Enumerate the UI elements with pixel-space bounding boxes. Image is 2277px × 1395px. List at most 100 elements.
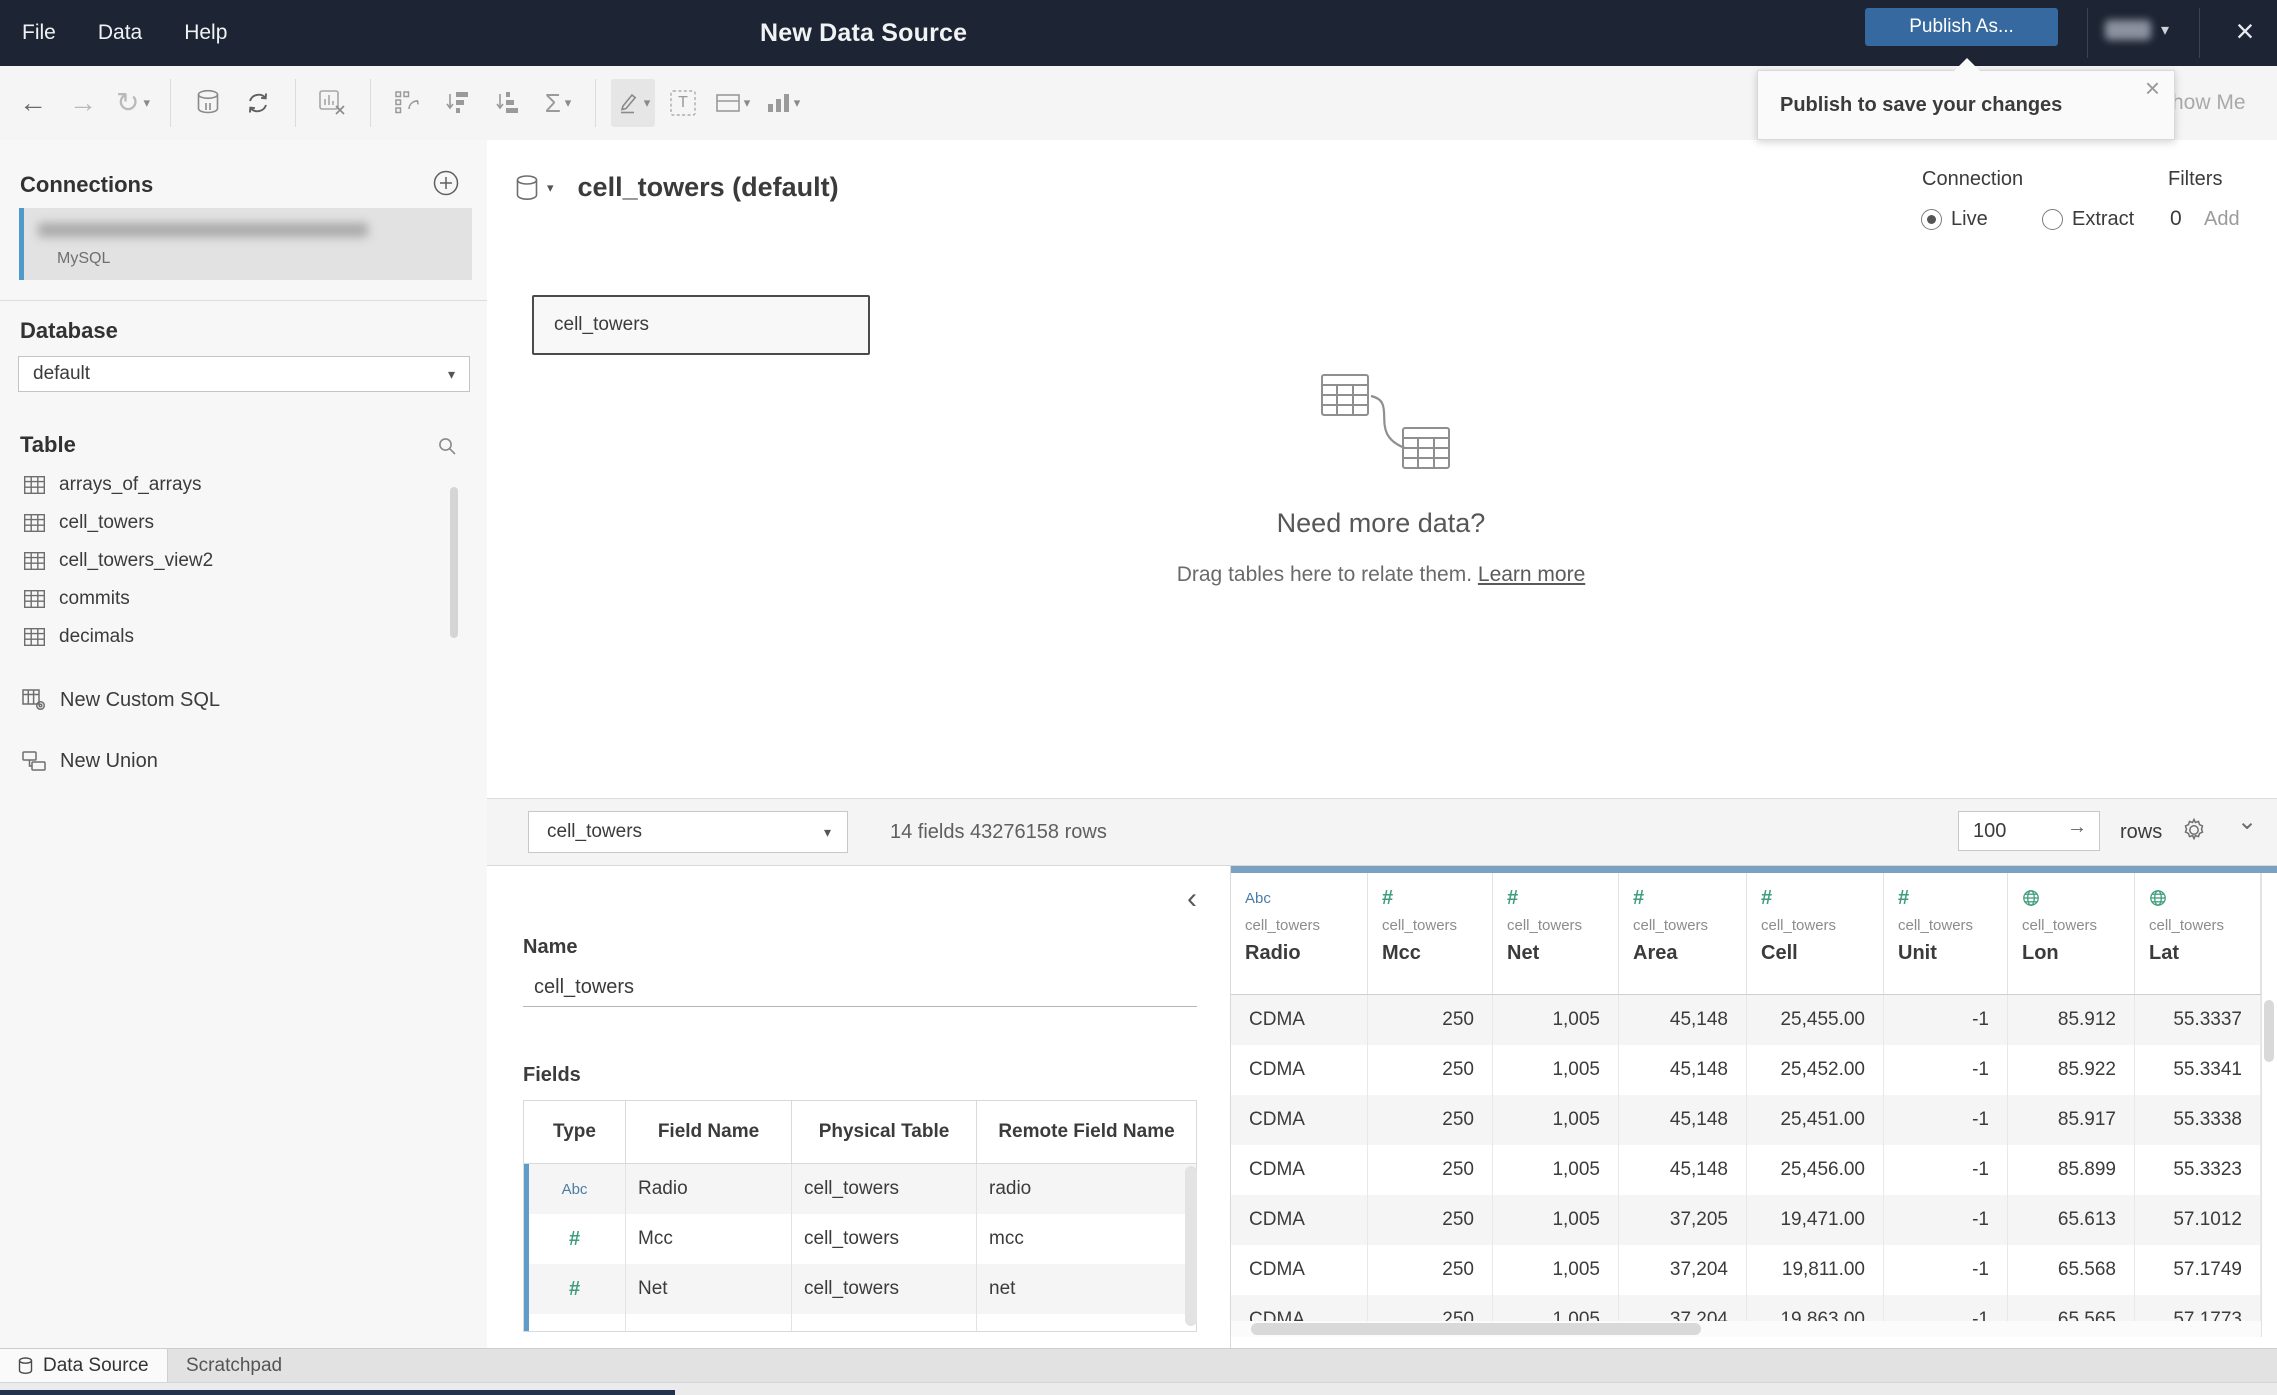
gear-icon[interactable] (2181, 817, 2207, 843)
tab-data-source[interactable]: Data Source (0, 1349, 168, 1383)
grid-body: CDMA 250 1,005 45,148 25,455.00 -1 85.912 55.33… (1231, 995, 2261, 1321)
sidebar-table-item-decimals[interactable]: decimals (0, 618, 487, 656)
menu-help[interactable]: Help (184, 21, 227, 45)
grid-scroll-gutter (2261, 873, 2277, 1337)
table-item-label: decimals (59, 626, 134, 647)
menu-file[interactable]: File (22, 21, 56, 45)
grid-cell: 55.3338 (2135, 1095, 2261, 1145)
grid-column-table-label: cell_towers (2149, 917, 2225, 934)
radio-selected-icon (1921, 209, 1942, 230)
forward-button[interactable]: → (61, 79, 105, 127)
grid-horizontal-scrolltrack (1231, 1321, 2261, 1337)
grid-column-header-radio[interactable]: Abc cell_towers Radio (1231, 873, 1368, 994)
preview-table-select[interactable]: cell_towers ▾ (528, 811, 848, 853)
grid-horizontal-scrollbar[interactable] (1251, 1323, 1701, 1335)
fields-table-row[interactable]: Abc Radio cell_towers radio (524, 1164, 1196, 1214)
sort-ascending-button[interactable] (436, 79, 480, 127)
sidebar-table-item-cell_towers[interactable]: cell_towers (0, 504, 487, 542)
cell-size-button[interactable]: ▾ (711, 79, 755, 127)
search-icon[interactable] (437, 436, 457, 456)
chevron-down-icon: ▾ (143, 95, 150, 110)
fields-table-scrollbar[interactable] (1185, 1166, 1197, 1326)
sidebar-table-item-commits[interactable]: commits (0, 580, 487, 618)
tab-scratchpad[interactable]: Scratchpad (168, 1349, 300, 1383)
tooltip-close-button[interactable]: × (2145, 73, 2160, 104)
connection-live-radio[interactable]: Live (1921, 208, 1988, 231)
relationship-canvas: ▾ cell_towers (default) Connection Filte… (487, 140, 2277, 798)
sidebar-table-item-arrays_of_arrays[interactable]: arrays_of_arrays (0, 466, 487, 504)
fields-rows-summary: 14 fields 43276158 rows (890, 820, 1107, 843)
publish-as-button[interactable]: Publish As... (1865, 8, 2058, 46)
grid-cell: 250 (1368, 1145, 1493, 1195)
text-label-button[interactable]: T (661, 79, 705, 127)
grid-column-header-area[interactable]: # cell_towers Area (1619, 873, 1747, 994)
table-name-value[interactable]: cell_towers (534, 976, 634, 999)
user-menu[interactable]: ▾ (2105, 20, 2169, 40)
fields-table-body: Abc Radio cell_towers radio # Mcc cell_towers m… (524, 1164, 1196, 1331)
refresh-data-button[interactable] (236, 79, 280, 127)
grid-cell: 250 (1368, 1195, 1493, 1245)
preview-table-selected: cell_towers (547, 821, 643, 842)
database-select[interactable]: default ▾ (18, 356, 470, 392)
connection-item[interactable]: MySQL (19, 208, 472, 280)
filters-add-button[interactable]: Add (2204, 208, 2240, 231)
grid-cell: -1 (1884, 1145, 2008, 1195)
chevron-down-icon[interactable]: ⌄ (2237, 807, 2257, 836)
table-heading: Table (20, 432, 76, 457)
window-title: New Data Source (760, 18, 968, 47)
add-connection-button[interactable] (433, 170, 459, 196)
show-chart-button[interactable]: ▾ (761, 79, 805, 127)
grid-vertical-scrollbar[interactable] (2264, 1000, 2274, 1062)
back-button[interactable]: ← (11, 79, 55, 127)
highlight-button[interactable]: ▾ (611, 79, 655, 127)
row-limit-input[interactable] (1971, 816, 2055, 846)
grid-column-header-unit[interactable]: # cell_towers Unit (1884, 873, 2008, 994)
tab-label: Data Source (43, 1355, 149, 1376)
learn-more-link[interactable]: Learn more (1478, 563, 1585, 586)
grid-column-header-net[interactable]: # cell_towers Net (1493, 873, 1619, 994)
grid-cell: 45,148 (1619, 1095, 1747, 1145)
close-window-button[interactable]: × (2226, 12, 2264, 50)
fields-table-row[interactable] (524, 1314, 1196, 1331)
grid-column-header-cell[interactable]: # cell_towers Cell (1747, 873, 1884, 994)
new-union-button[interactable]: New Union (0, 741, 509, 781)
sidebar-table-item-cell_towers_view2[interactable]: cell_towers_view2 (0, 542, 487, 580)
swap-rows-columns-button[interactable] (386, 79, 430, 127)
apply-rows-icon[interactable]: → (2067, 816, 2087, 839)
logical-table-card[interactable]: cell_towers (532, 295, 870, 355)
field-type-cell: # (524, 1264, 626, 1314)
sort-descending-button[interactable] (486, 79, 530, 127)
grid-column-header-lat[interactable]: cell_towers Lat (2135, 873, 2261, 994)
table-item-label: arrays_of_arrays (59, 474, 202, 495)
connection-extract-radio[interactable]: Extract (2042, 208, 2134, 231)
data-source-icon[interactable] (186, 79, 230, 127)
totals-button[interactable]: Σ ▾ (536, 79, 580, 127)
replay-button[interactable]: ↻ ▾ (111, 79, 155, 127)
grid-cell: 1,005 (1493, 1095, 1619, 1145)
grid-cell: 55.3337 (2135, 995, 2261, 1045)
grid-column-header-mcc[interactable]: # cell_towers Mcc (1368, 873, 1493, 994)
data-preview-grid: Abc cell_towers Radio # cell_towers Mcc # cell_… (1231, 866, 2277, 1348)
remote-field-cell: radio (989, 1178, 1032, 1199)
grid-cell: 85.922 (2008, 1045, 2135, 1095)
fields-table-row[interactable]: # Net cell_towers net (524, 1264, 1196, 1314)
number-type-icon: # (568, 1227, 581, 1250)
connections-sidebar: Connections MySQL Database default ▾ Tab… (0, 140, 488, 1348)
tab-label: Scratchpad (186, 1355, 283, 1376)
clear-sheet-button[interactable] (311, 79, 355, 127)
chevron-down-icon: ▾ (447, 365, 455, 382)
database-icon[interactable] (515, 174, 539, 202)
menu-data[interactable]: Data (98, 21, 142, 45)
string-type-icon: Abc (561, 1180, 588, 1198)
field-type-cell (524, 1314, 626, 1331)
sidebar-scrollbar[interactable] (450, 487, 458, 638)
grid-cell: CDMA (1231, 1195, 1368, 1245)
grid-cell: 25,455.00 (1747, 995, 1884, 1045)
collapse-panel-chevron[interactable]: ‹ (1187, 884, 1197, 914)
fields-table-row[interactable]: # Mcc cell_towers mcc (524, 1214, 1196, 1264)
new-custom-sql-button[interactable]: New Custom SQL (0, 680, 509, 720)
grid-column-header-lon[interactable]: cell_towers Lon (2008, 873, 2135, 994)
fields-table-header: Type Field Name Physical Table Remote Field… (524, 1101, 1196, 1164)
physical-table-cell: cell_towers (792, 1264, 977, 1314)
chevron-down-icon[interactable]: ▾ (547, 180, 554, 196)
